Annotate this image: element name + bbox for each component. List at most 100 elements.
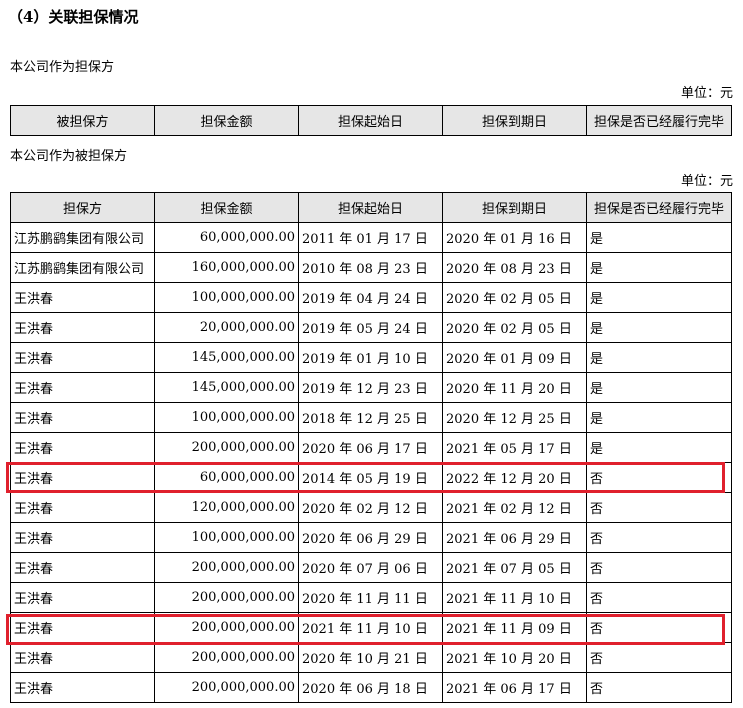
table-row: 王洪春 145,000,000.00 2019 年 01 月 10 日 2020 年 … bbox=[10, 342, 732, 373]
fulfilled-cell: 否 bbox=[586, 612, 732, 643]
fulfilled-cell: 是 bbox=[586, 372, 732, 403]
end-date-cell: 2020 年 11 月 20 日 bbox=[442, 372, 587, 403]
table-row: 王洪春 60,000,000.00 2014 年 05 月 19 日 2022 年 1… bbox=[10, 462, 732, 493]
guarantor-cell: 王洪春 bbox=[10, 342, 155, 373]
amount-cell: 120,000,000.00 bbox=[154, 492, 299, 523]
start-date-cell: 2020 年 06 月 17 日 bbox=[298, 432, 443, 463]
amount-cell: 60,000,000.00 bbox=[154, 462, 299, 493]
start-date-cell: 2020 年 06 月 29 日 bbox=[298, 522, 443, 553]
amount-cell: 200,000,000.00 bbox=[154, 552, 299, 583]
start-date-cell: 2020 年 02 月 12 日 bbox=[298, 492, 443, 523]
guaranteed-table: 担保方 担保金额 担保起始日 担保到期日 担保是否已经履行完毕 江苏鹏鹞集团有限… bbox=[10, 192, 732, 703]
guarantor-cell: 王洪春 bbox=[10, 612, 155, 643]
guarantor-cell: 江苏鹏鹞集团有限公司 bbox=[10, 222, 155, 253]
table-row: 王洪春 100,000,000.00 2019 年 04 月 24 日 2020 年 … bbox=[10, 282, 732, 313]
end-date-cell: 2021 年 05 月 17 日 bbox=[442, 432, 587, 463]
amount-cell: 20,000,000.00 bbox=[154, 312, 299, 343]
guarantor-cell: 王洪春 bbox=[10, 642, 155, 673]
start-date-cell: 2019 年 12 月 23 日 bbox=[298, 372, 443, 403]
amount-cell: 200,000,000.00 bbox=[154, 612, 299, 643]
guarantor-cell: 王洪春 bbox=[10, 402, 155, 433]
amount-cell: 160,000,000.00 bbox=[154, 252, 299, 283]
table-row: 江苏鹏鹞集团有限公司 160,000,000.00 2010 年 08 月 23 日… bbox=[10, 252, 732, 283]
table-row: 王洪春 145,000,000.00 2019 年 12 月 23 日 2020 年 … bbox=[10, 372, 732, 403]
table-row: 王洪春 200,000,000.00 2020 年 11 月 11 日 2021 年 … bbox=[10, 582, 732, 613]
section-title: （4）关联担保情况 bbox=[8, 8, 139, 26]
guarantor-cell: 王洪春 bbox=[10, 372, 155, 403]
start-date-cell: 2019 年 05 月 24 日 bbox=[298, 312, 443, 343]
guarantor-cell: 王洪春 bbox=[10, 582, 155, 613]
guarantor-cell: 王洪春 bbox=[10, 432, 155, 463]
end-date-cell: 2021 年 06 月 29 日 bbox=[442, 522, 587, 553]
table-row: 王洪春 200,000,000.00 2020 年 06 月 17 日 2021 年 … bbox=[10, 432, 732, 463]
fulfilled-cell: 是 bbox=[586, 402, 732, 433]
column-header-fulfilled: 担保是否已经履行完毕 bbox=[586, 192, 732, 223]
amount-cell: 60,000,000.00 bbox=[154, 222, 299, 253]
guarantor-section-label: 本公司作为担保方 bbox=[10, 60, 115, 75]
amount-cell: 145,000,000.00 bbox=[154, 372, 299, 403]
start-date-cell: 2011 年 01 月 17 日 bbox=[298, 222, 443, 253]
fulfilled-cell: 否 bbox=[586, 462, 732, 493]
end-date-cell: 2020 年 01 月 09 日 bbox=[442, 342, 587, 373]
column-header-end-date: 担保到期日 bbox=[442, 105, 587, 136]
guaranteed-table-body: 江苏鹏鹞集团有限公司 60,000,000.00 2011 年 01 月 17 日2… bbox=[10, 222, 732, 703]
end-date-cell: 2020 年 08 月 23 日 bbox=[442, 252, 587, 283]
guarantor-cell: 王洪春 bbox=[10, 312, 155, 343]
amount-cell: 200,000,000.00 bbox=[154, 642, 299, 673]
fulfilled-cell: 是 bbox=[586, 282, 732, 313]
end-date-cell: 2021 年 10 月 20 日 bbox=[442, 642, 587, 673]
end-date-cell: 2021 年 11 月 09 日 bbox=[442, 612, 587, 643]
fulfilled-cell: 否 bbox=[586, 522, 732, 553]
amount-cell: 100,000,000.00 bbox=[154, 522, 299, 553]
end-date-cell: 2021 年 11 月 10 日 bbox=[442, 582, 587, 613]
fulfilled-cell: 否 bbox=[586, 492, 732, 523]
end-date-cell: 2020 年 12 月 25 日 bbox=[442, 402, 587, 433]
guarantor-cell: 王洪春 bbox=[10, 522, 155, 553]
guarantor-table: 被担保方 担保金额 担保起始日 担保到期日 担保是否已经履行完毕 bbox=[10, 105, 732, 136]
column-header-guarantor: 担保方 bbox=[10, 192, 155, 223]
fulfilled-cell: 是 bbox=[586, 312, 732, 343]
table-row: 王洪春 20,000,000.00 2019 年 05 月 24 日 2020 年 0… bbox=[10, 312, 732, 343]
amount-cell: 100,000,000.00 bbox=[154, 402, 299, 433]
start-date-cell: 2019 年 01 月 10 日 bbox=[298, 342, 443, 373]
amount-cell: 200,000,000.00 bbox=[154, 582, 299, 613]
end-date-cell: 2022 年 12 月 20 日 bbox=[442, 462, 587, 493]
guarantor-cell: 王洪春 bbox=[10, 672, 155, 703]
start-date-cell: 2020 年 11 月 11 日 bbox=[298, 582, 443, 613]
fulfilled-cell: 是 bbox=[586, 252, 732, 283]
guaranteed-table-header: 担保方 担保金额 担保起始日 担保到期日 担保是否已经履行完毕 bbox=[10, 192, 732, 223]
column-header-start-date: 担保起始日 bbox=[298, 192, 443, 223]
column-header-start-date: 担保起始日 bbox=[298, 105, 443, 136]
guaranteed-unit-label: 单位：元 bbox=[680, 174, 733, 189]
column-header-amount: 担保金额 bbox=[154, 105, 299, 136]
guarantor-table-header: 被担保方 担保金额 担保起始日 担保到期日 担保是否已经履行完毕 bbox=[10, 105, 732, 136]
start-date-cell: 2020 年 07 月 06 日 bbox=[298, 552, 443, 583]
end-date-cell: 2020 年 01 月 16 日 bbox=[442, 222, 587, 253]
column-header-guaranteed-party: 被担保方 bbox=[10, 105, 155, 136]
table-row: 王洪春 100,000,000.00 2020 年 06 月 29 日 2021 年 … bbox=[10, 522, 732, 553]
end-date-cell: 2021 年 06 月 17 日 bbox=[442, 672, 587, 703]
start-date-cell: 2020 年 06 月 18 日 bbox=[298, 672, 443, 703]
column-header-fulfilled: 担保是否已经履行完毕 bbox=[586, 105, 732, 136]
amount-cell: 100,000,000.00 bbox=[154, 282, 299, 313]
table-row: 王洪春 120,000,000.00 2020 年 02 月 12 日 2021 年 … bbox=[10, 492, 732, 523]
table-row: 王洪春 200,000,000.00 2020 年 06 月 18 日 2021 年 … bbox=[10, 672, 732, 703]
fulfilled-cell: 否 bbox=[586, 582, 732, 613]
guarantor-unit-label: 单位：元 bbox=[680, 86, 733, 101]
start-date-cell: 2020 年 10 月 21 日 bbox=[298, 642, 443, 673]
end-date-cell: 2021 年 07 月 05 日 bbox=[442, 552, 587, 583]
end-date-cell: 2020 年 02 月 05 日 bbox=[442, 312, 587, 343]
table-row: 江苏鹏鹞集团有限公司 60,000,000.00 2011 年 01 月 17 日2… bbox=[10, 222, 732, 253]
guarantor-cell: 王洪春 bbox=[10, 282, 155, 313]
start-date-cell: 2018 年 12 月 25 日 bbox=[298, 402, 443, 433]
column-header-end-date: 担保到期日 bbox=[442, 192, 587, 223]
table-row: 王洪春 200,000,000.00 2020 年 10 月 21 日 2021 年 … bbox=[10, 642, 732, 673]
fulfilled-cell: 否 bbox=[586, 672, 732, 703]
amount-cell: 200,000,000.00 bbox=[154, 432, 299, 463]
end-date-cell: 2020 年 02 月 05 日 bbox=[442, 282, 587, 313]
table-row: 王洪春 200,000,000.00 2021 年 11 月 10 日 2021 年 … bbox=[10, 612, 732, 643]
amount-cell: 200,000,000.00 bbox=[154, 672, 299, 703]
guarantor-cell: 王洪春 bbox=[10, 492, 155, 523]
fulfilled-cell: 是 bbox=[586, 342, 732, 373]
guaranteed-section-label: 本公司作为被担保方 bbox=[10, 149, 128, 164]
